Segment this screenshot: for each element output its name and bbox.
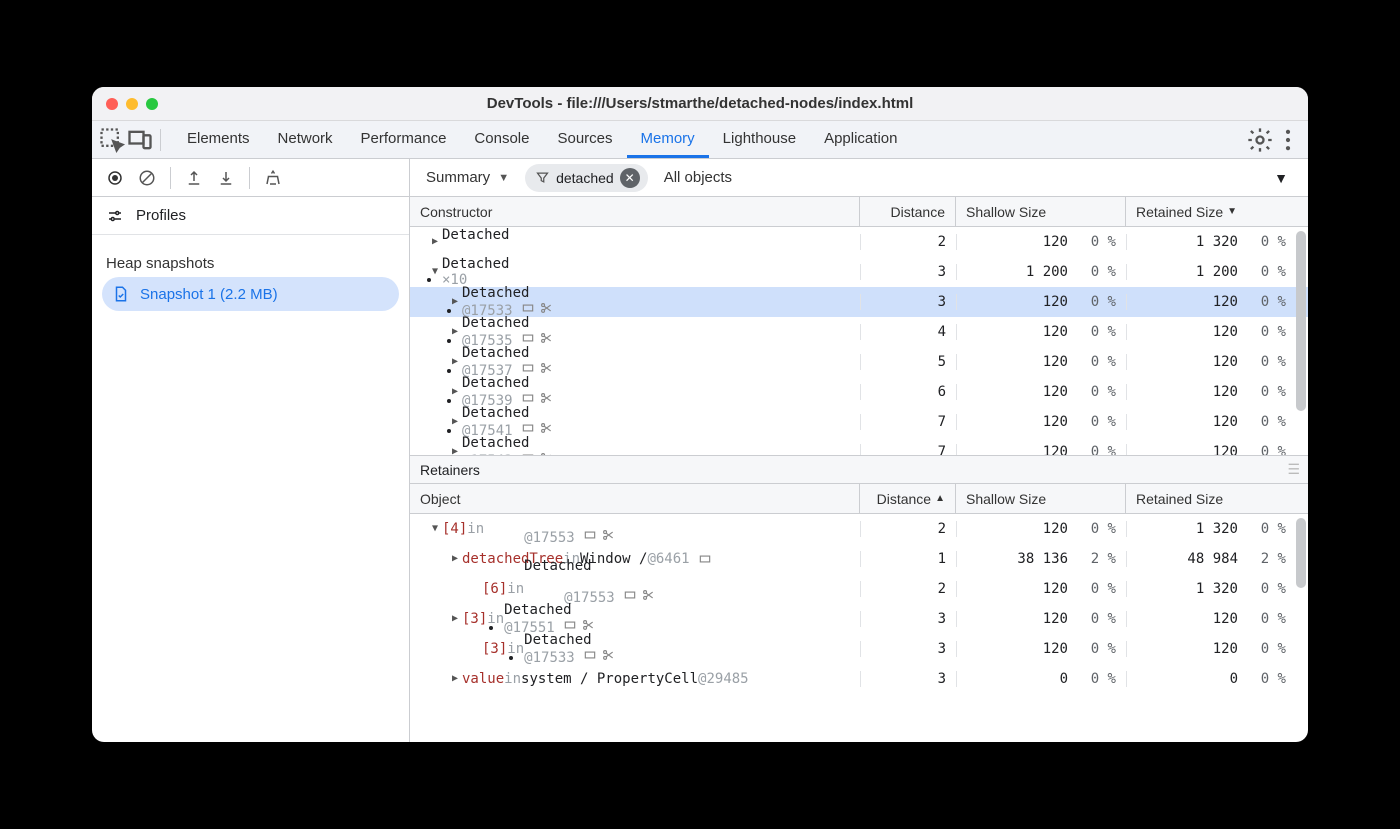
scope-dropdown[interactable]: All objects [658, 169, 738, 186]
scrollbar-thumb[interactable] [1296, 231, 1306, 411]
separator [249, 167, 250, 189]
panel-tabstrip: ElementsNetworkPerformanceConsoleSources… [92, 121, 1308, 159]
sort-desc-icon: ▼ [1227, 206, 1237, 217]
profiles-sidebar: Profiles Heap snapshots Snapshot 1 (2.2 … [92, 197, 410, 742]
col-object[interactable]: Object [410, 484, 860, 513]
constructor-row[interactable]: ▶Detached 21200 %1 3200 % [410, 227, 1308, 257]
scrollbar-thumb[interactable] [1296, 518, 1306, 588]
tab-lighthouse[interactable]: Lighthouse [709, 121, 810, 158]
col-retained-size[interactable]: Retained Size▼ [1126, 197, 1308, 226]
settings-icon[interactable] [1246, 121, 1274, 159]
col-constructor[interactable]: Constructor [410, 197, 860, 226]
retainers-header-row: Object Distance▲ Shallow Size Retained S… [410, 484, 1308, 514]
retainers-bar: Retainers ☰ [410, 456, 1308, 484]
retainers-label: Retainers [420, 462, 480, 478]
class-filter-value: detached [556, 170, 614, 186]
node-action-icons[interactable] [521, 391, 553, 405]
tab-console[interactable]: Console [460, 121, 543, 158]
drag-handle-icon[interactable]: ☰ [1287, 461, 1298, 478]
node-action-icons[interactable] [521, 301, 553, 315]
constructors-grid: Constructor Distance Shallow Size Retain… [410, 197, 1308, 456]
clear-button[interactable] [132, 163, 162, 193]
disclosure-icon[interactable]: ▶ [428, 236, 442, 247]
constructor-row[interactable]: ▶Detached @1754171200 %1200 % [410, 407, 1308, 437]
constructor-row[interactable]: ▶Detached @1753541200 %1200 % [410, 317, 1308, 347]
node-action-icons[interactable] [623, 588, 655, 602]
devtools-window: DevTools - file:///Users/stmarthe/detach… [92, 87, 1308, 742]
constructor-row[interactable]: ▶Detached @1753331200 %1200 % [410, 287, 1308, 317]
constructor-row[interactable]: ▶Detached @1754371200 %1200 % [410, 437, 1308, 455]
node-action-icons[interactable] [583, 648, 615, 662]
retainer-row[interactable]: ▼[4] in Detached @1755321200 %1 3200 % [410, 514, 1308, 544]
node-action-icons[interactable] [521, 331, 553, 345]
node-action-icons[interactable] [521, 451, 553, 456]
col-shallow-size[interactable]: Shallow Size [956, 197, 1126, 226]
separator [170, 167, 171, 189]
tab-application[interactable]: Application [810, 121, 911, 158]
retainers-grid: Object Distance▲ Shallow Size Retained S… [410, 484, 1308, 742]
sliders-icon [106, 207, 124, 225]
inspect-element-icon[interactable] [98, 121, 126, 159]
tab-network[interactable]: Network [264, 121, 347, 158]
chevron-down-icon: ▼ [498, 172, 509, 184]
device-toolbar-icon[interactable] [126, 121, 154, 159]
tab-elements[interactable]: Elements [173, 121, 264, 158]
more-icon[interactable] [1274, 121, 1302, 159]
col-shallow-size[interactable]: Shallow Size [956, 484, 1126, 513]
tab-performance[interactable]: Performance [347, 121, 461, 158]
constructor-row[interactable]: ▶Detached @1753961200 %1200 % [410, 377, 1308, 407]
chevron-down-icon[interactable]: ▼ [1274, 170, 1288, 186]
node-action-icons[interactable] [521, 421, 553, 435]
retainer-row[interactable]: ▶[3] in Detached @1755131200 %1200 % [410, 604, 1308, 634]
view-controls: Summary ▼ detached ✕ All objects ▼ [410, 159, 1308, 196]
view-dropdown-label: Summary [426, 169, 490, 186]
export-button[interactable] [179, 163, 209, 193]
record-button[interactable] [100, 163, 130, 193]
collect-garbage-button[interactable] [258, 163, 288, 193]
snapshot-icon [112, 285, 130, 303]
clear-filter-button[interactable]: ✕ [620, 168, 640, 188]
view-dropdown[interactable]: Summary ▼ [420, 169, 515, 186]
scope-dropdown-label: All objects [664, 169, 732, 186]
col-retained-size[interactable]: Retained Size [1126, 484, 1308, 513]
disclosure-icon[interactable]: ▶ [448, 613, 462, 624]
col-distance[interactable]: Distance▲ [860, 484, 956, 513]
retainer-row[interactable]: [6] in Detached @1755321200 %1 3200 % [410, 574, 1308, 604]
separator [160, 129, 161, 151]
disclosure-icon[interactable]: ▶ [448, 673, 462, 684]
tab-memory[interactable]: Memory [627, 121, 709, 158]
col-distance[interactable]: Distance [860, 197, 956, 226]
import-button[interactable] [211, 163, 241, 193]
node-action-icons[interactable] [521, 361, 553, 375]
retainer-row[interactable]: ▶value in system / PropertyCell @2948530… [410, 664, 1308, 694]
profile-actions [92, 159, 410, 196]
heap-snapshots-section: Heap snapshots [92, 235, 409, 273]
heap-snapshots-label: Heap snapshots [106, 255, 214, 272]
disclosure-icon[interactable]: ▼ [428, 523, 442, 534]
node-action-icons[interactable] [563, 618, 595, 632]
sort-asc-icon: ▲ [935, 493, 945, 504]
class-filter[interactable]: detached ✕ [525, 164, 648, 192]
window-titlebar: DevTools - file:///Users/stmarthe/detach… [92, 87, 1308, 121]
node-action-icons[interactable] [583, 528, 615, 542]
profiles-label: Profiles [136, 207, 186, 224]
constructors-header-row: Constructor Distance Shallow Size Retain… [410, 197, 1308, 227]
retainer-row[interactable]: [3] in Detached @1753331200 %1200 % [410, 634, 1308, 664]
memory-toolbar: Summary ▼ detached ✕ All objects ▼ [92, 159, 1308, 197]
filter-icon [535, 170, 550, 185]
constructor-row[interactable]: ▼Detached ×1031 2000 %1 2000 % [410, 257, 1308, 287]
constructor-row[interactable]: ▶Detached @1753751200 %1200 % [410, 347, 1308, 377]
snapshot-item[interactable]: Snapshot 1 (2.2 MB) [102, 277, 399, 311]
window-title: DevTools - file:///Users/stmarthe/detach… [92, 95, 1308, 112]
snapshot-label: Snapshot 1 (2.2 MB) [140, 286, 278, 303]
tab-sources[interactable]: Sources [543, 121, 626, 158]
profiles-header[interactable]: Profiles [92, 197, 409, 235]
